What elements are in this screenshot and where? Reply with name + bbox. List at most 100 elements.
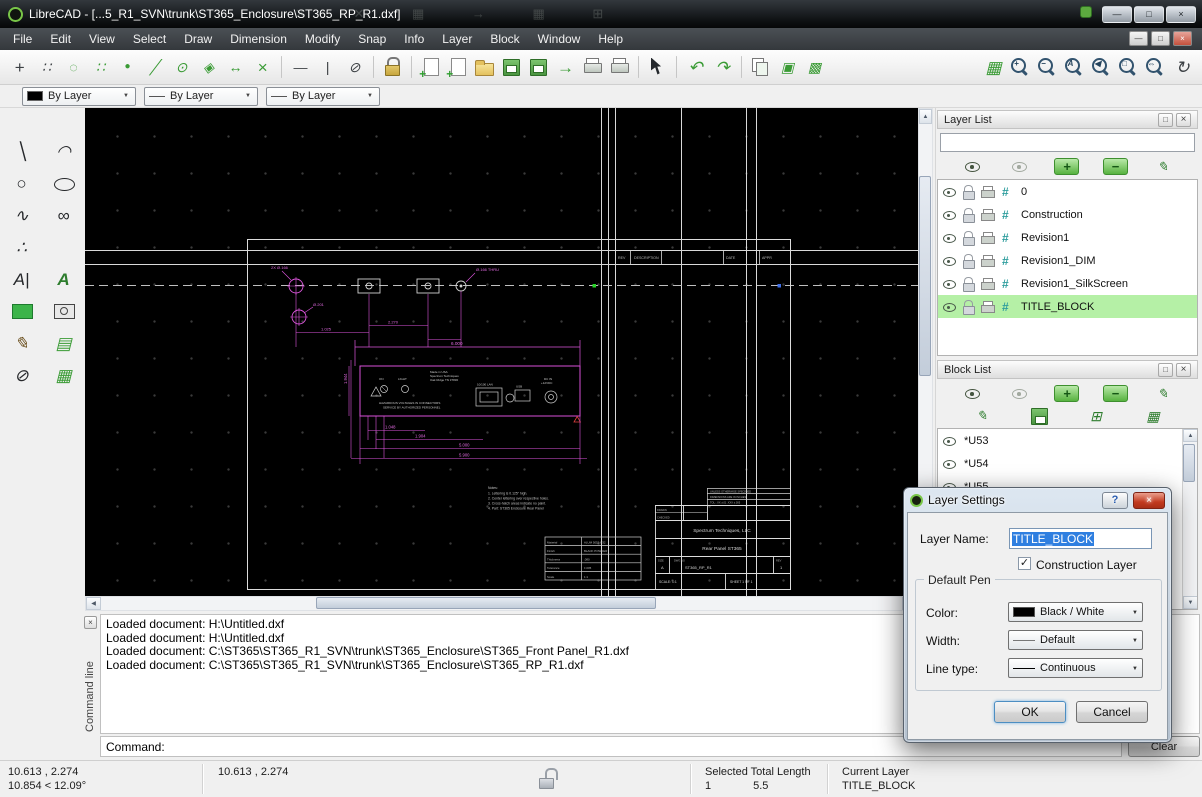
layer-visible-icon[interactable] bbox=[941, 298, 958, 315]
save-block-button[interactable] bbox=[1027, 405, 1051, 426]
restrict-vertical-icon[interactable]: | bbox=[314, 54, 341, 81]
layer-print-icon[interactable] bbox=[979, 229, 996, 246]
minimize-button[interactable]: — bbox=[1102, 6, 1132, 23]
hatch-tool[interactable]: ▤ bbox=[51, 330, 77, 356]
block-visible-icon[interactable] bbox=[941, 432, 958, 449]
layer-visible-icon[interactable] bbox=[941, 206, 958, 223]
mtext-tool[interactable]: A bbox=[51, 266, 77, 292]
move-to-back-icon[interactable]: ▩ bbox=[801, 54, 828, 81]
block-list-header[interactable]: Block List bbox=[937, 360, 1198, 379]
snap-middle-icon[interactable]: ◈ bbox=[195, 54, 222, 81]
new-drawing-icon[interactable]: + bbox=[417, 54, 444, 81]
layer-print-icon[interactable] bbox=[979, 183, 996, 200]
menu-item[interactable]: Help bbox=[589, 30, 632, 48]
zoom-out-icon[interactable]: − bbox=[1034, 54, 1061, 81]
close-command-button[interactable] bbox=[84, 616, 97, 629]
float-panel-button[interactable] bbox=[1158, 363, 1173, 377]
zoom-pan-icon[interactable]: ⇔ bbox=[1142, 54, 1169, 81]
pen-color-select[interactable]: By Layer bbox=[22, 87, 136, 106]
restrict-horizontal-icon[interactable]: — bbox=[287, 54, 314, 81]
dialog-close-button[interactable]: × bbox=[1133, 492, 1165, 509]
create-block-button[interactable]: ▦ bbox=[1141, 405, 1165, 426]
layer-construction-icon[interactable] bbox=[998, 275, 1015, 292]
menu-item[interactable]: Select bbox=[124, 30, 175, 48]
rename-block-button[interactable]: ✎ bbox=[1151, 383, 1175, 404]
rectangle-tool[interactable] bbox=[9, 298, 35, 324]
block-row[interactable]: *U53 bbox=[938, 429, 1182, 452]
layer-print-icon[interactable] bbox=[979, 275, 996, 292]
scroll-up-button[interactable] bbox=[1183, 429, 1198, 442]
print-icon[interactable] bbox=[579, 54, 606, 81]
snap-center-icon[interactable]: ⊙ bbox=[168, 54, 195, 81]
modify-layer-button[interactable]: ✎ bbox=[1151, 156, 1175, 177]
layer-visible-icon[interactable] bbox=[941, 275, 958, 292]
menu-item[interactable]: Snap bbox=[349, 30, 395, 48]
undo-icon[interactable]: ↶ bbox=[682, 54, 709, 81]
ok-button[interactable]: OK bbox=[994, 701, 1066, 723]
layer-lock-icon[interactable] bbox=[960, 298, 977, 315]
close-button[interactable]: × bbox=[1166, 6, 1196, 23]
layer-lock-icon[interactable] bbox=[960, 229, 977, 246]
layer-construction-icon[interactable] bbox=[998, 206, 1015, 223]
save-as-icon[interactable] bbox=[525, 54, 552, 81]
layer-print-icon[interactable] bbox=[979, 298, 996, 315]
menu-item[interactable]: Block bbox=[481, 30, 528, 48]
image-tool[interactable] bbox=[51, 298, 77, 324]
layer-construction-icon[interactable] bbox=[998, 183, 1015, 200]
block-visible-icon[interactable] bbox=[941, 455, 958, 472]
restrict-nothing-icon[interactable]: ⊘ bbox=[341, 54, 368, 81]
snap-free-icon[interactable]: ◌ bbox=[60, 54, 87, 81]
snap-on-entity-icon[interactable]: ╱ bbox=[141, 54, 168, 81]
remove-block-button[interactable]: − bbox=[1103, 385, 1128, 402]
layer-visible-icon[interactable] bbox=[941, 252, 958, 269]
layer-row[interactable]: Construction bbox=[938, 203, 1197, 226]
title-bar[interactable]: LibreCAD - [...5_R1_SVN\trunk\ST365_Encl… bbox=[0, 0, 1202, 28]
scroll-up-button[interactable] bbox=[919, 109, 932, 124]
menu-item[interactable]: Edit bbox=[41, 30, 80, 48]
layer-print-icon[interactable] bbox=[979, 206, 996, 223]
save-drawing-icon[interactable] bbox=[498, 54, 525, 81]
layer-row[interactable]: 0 bbox=[938, 180, 1197, 203]
zoom-auto-icon[interactable]: A bbox=[1061, 54, 1088, 81]
menu-item[interactable]: Info bbox=[395, 30, 433, 48]
new-from-template-icon[interactable]: + bbox=[444, 54, 471, 81]
color-select[interactable]: Black / White bbox=[1008, 602, 1143, 622]
menu-item[interactable]: Dimension bbox=[221, 30, 296, 48]
freehand-tool[interactable]: ∞ bbox=[51, 202, 77, 228]
show-all-layers-button[interactable] bbox=[960, 156, 984, 177]
snap-intersection-icon[interactable]: × bbox=[249, 54, 276, 81]
block-list-scrollbar[interactable] bbox=[1182, 429, 1197, 609]
import-block-icon[interactable]: → bbox=[552, 54, 579, 81]
crosshair-icon[interactable]: + bbox=[6, 54, 33, 81]
layer-construction-icon[interactable] bbox=[998, 252, 1015, 269]
hscroll-thumb[interactable] bbox=[316, 597, 656, 609]
dialog-help-button[interactable]: ? bbox=[1102, 492, 1128, 509]
grid-toggle-icon[interactable]: ▦ bbox=[980, 54, 1007, 81]
layer-lock-icon[interactable] bbox=[960, 252, 977, 269]
menu-item[interactable]: File bbox=[4, 30, 41, 48]
layer-lock-icon[interactable] bbox=[960, 183, 977, 200]
insert-block-button[interactable]: ⊞ bbox=[1084, 405, 1108, 426]
zoom-in-icon[interactable]: + bbox=[1007, 54, 1034, 81]
grid-points-icon[interactable]: ∷ bbox=[33, 54, 60, 81]
spline-tool[interactable]: ✎ bbox=[9, 330, 35, 356]
remove-layer-button[interactable]: − bbox=[1103, 158, 1128, 175]
vscroll-thumb[interactable] bbox=[919, 176, 931, 376]
layer-row[interactable]: Revision1 bbox=[938, 226, 1197, 249]
layer-visible-icon[interactable] bbox=[941, 183, 958, 200]
text-tool[interactable]: A| bbox=[9, 266, 35, 292]
menu-item[interactable]: Draw bbox=[175, 30, 221, 48]
edit-block-button[interactable]: ✎ bbox=[970, 405, 994, 426]
menu-item[interactable]: Window bbox=[529, 30, 590, 48]
tangent-circle-tool[interactable]: ⊘ bbox=[9, 362, 35, 388]
arc-tool[interactable]: ◠ bbox=[51, 138, 77, 164]
horizontal-scrollbar[interactable] bbox=[85, 596, 918, 611]
mdi-minimize-button[interactable]: — bbox=[1129, 31, 1148, 46]
add-layer-button[interactable]: + bbox=[1054, 158, 1079, 175]
hide-all-blocks-button[interactable] bbox=[1007, 383, 1031, 404]
scroll-down-button[interactable] bbox=[1183, 596, 1198, 609]
redraw-icon[interactable]: ↻ bbox=[1169, 54, 1196, 81]
layer-lock-icon[interactable] bbox=[960, 206, 977, 223]
add-block-button[interactable]: + bbox=[1054, 385, 1079, 402]
open-drawing-icon[interactable] bbox=[471, 54, 498, 81]
